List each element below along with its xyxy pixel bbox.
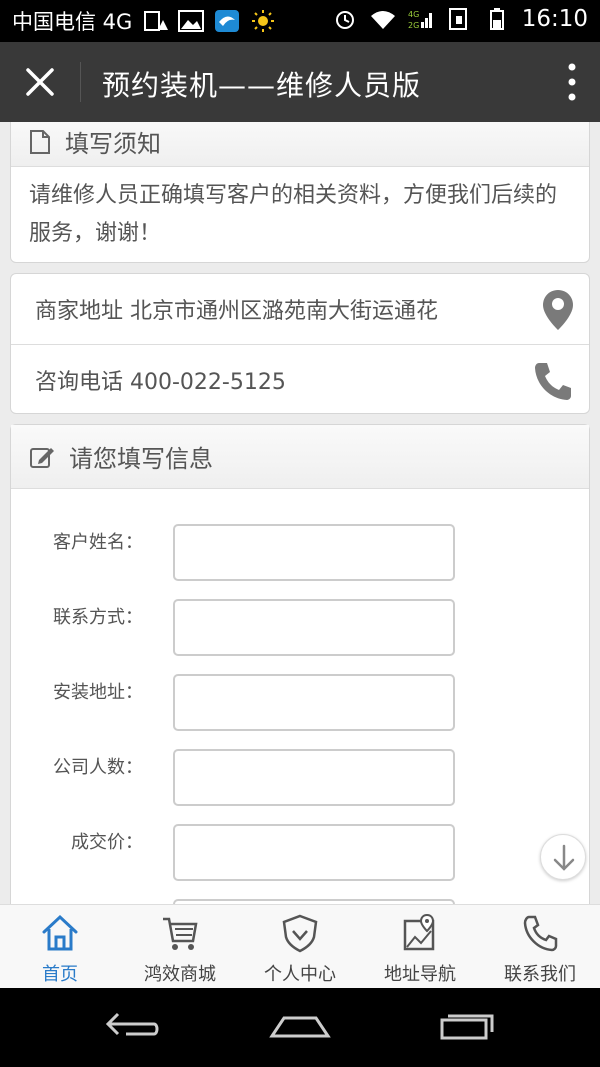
nav-label: 个人中心 [264, 964, 336, 985]
alarm-icon [335, 11, 354, 29]
back-icon[interactable] [104, 1006, 162, 1046]
home-button-icon[interactable] [268, 1006, 332, 1046]
svg-text:4G: 4G [408, 10, 419, 19]
page-content[interactable]: 填写须知 请维修人员正确填写客户的相关资料，方便我们后续的服务，谢谢！ 商家地址… [0, 122, 600, 904]
address-text: 商家地址 北京市通州区潞苑南大街运通花 [35, 299, 438, 324]
document-icon [30, 129, 50, 154]
scroll-down-button[interactable] [540, 834, 586, 880]
form-label: 客户姓名： [53, 532, 143, 553]
form-row-company-size: 公司人数： [11, 749, 591, 807]
notice-card: 填写须知 请维修人员正确填写客户的相关资料，方便我们后续的服务，谢谢！ [10, 122, 590, 263]
image-icon [178, 10, 205, 32]
status-bar: 中国电信 4G 4G 2G 16:10 [0, 0, 600, 42]
cart-icon [163, 917, 198, 950]
nav-label: 鸿效商城 [144, 964, 216, 985]
contact-card: 商家地址 北京市通州区潞苑南大街运通花 咨询电话 400-022-5125 [10, 273, 590, 414]
form-row-contact: 联系方式： [11, 599, 591, 657]
nav-item-mall[interactable]: 鸿效商城 [120, 905, 240, 989]
clock: 16:10 [521, 6, 588, 32]
phone-icon[interactable] [531, 359, 575, 403]
bottom-nav: 首页 鸿效商城 个人中心 地址导航 联系我们 [0, 904, 600, 988]
company-size-input[interactable] [173, 749, 455, 806]
carrier-label: 中国电信 4G [12, 10, 133, 34]
form-label: 成交价： [71, 832, 143, 853]
nav-label: 首页 [42, 964, 78, 985]
page-title: 预约装机——维修人员版 [102, 69, 422, 102]
signal-icon: 4G2G [408, 10, 432, 30]
install-address-input[interactable] [173, 674, 455, 731]
svg-text:2G: 2G [408, 21, 419, 30]
sim-icon [448, 8, 467, 30]
close-icon[interactable] [18, 60, 62, 104]
sun-icon [252, 10, 275, 32]
edit-icon [30, 447, 54, 468]
notice-header: 填写须知 [11, 122, 589, 167]
phone-text: 咨询电话 400-022-5125 [35, 369, 286, 395]
home-icon [42, 914, 78, 951]
title-divider [80, 62, 81, 102]
app-icon [215, 10, 240, 32]
form-header: 请您填写信息 [11, 425, 589, 489]
location-pin-icon[interactable] [541, 288, 575, 332]
address-row[interactable]: 商家地址 北京市通州区潞苑南大街运通花 [11, 274, 589, 344]
nav-item-map[interactable]: 地址导航 [360, 905, 480, 989]
form-row-address: 安装地址： [11, 674, 591, 732]
notice-title: 填写须知 [65, 130, 161, 158]
system-nav-bar [0, 988, 600, 1067]
wifi-icon [370, 11, 395, 29]
nav-item-profile[interactable]: 个人中心 [240, 905, 360, 989]
form-card: 请您填写信息 客户姓名： 联系方式： 安装地址： 公司人数： 成交价： [10, 424, 590, 904]
nav-label: 联系我们 [504, 964, 576, 985]
form-row-name: 客户姓名： [11, 524, 591, 582]
phone-icon [523, 915, 558, 952]
phone-row[interactable]: 咨询电话 400-022-5125 [11, 344, 589, 414]
form-title: 请您填写信息 [69, 445, 213, 473]
shield-icon [282, 914, 318, 953]
nav-item-contact[interactable]: 联系我们 [480, 905, 600, 989]
map-icon [403, 913, 435, 951]
title-bar: 预约装机——维修人员版 [0, 42, 600, 122]
form-label: 安装地址： [53, 682, 143, 703]
form-label: 联系方式： [53, 607, 143, 628]
nav-label: 地址导航 [384, 964, 456, 985]
notice-text: 请维修人员正确填写客户的相关资料，方便我们后续的服务，谢谢！ [29, 183, 558, 246]
arrow-down-icon [553, 844, 575, 871]
contact-method-input[interactable] [173, 599, 455, 656]
customer-name-input[interactable] [173, 524, 455, 581]
deal-price-input[interactable] [173, 824, 455, 881]
more-options-icon[interactable] [566, 62, 578, 102]
battery-icon [489, 8, 504, 30]
form-row-price: 成交价： [11, 824, 591, 882]
nav-item-home[interactable]: 首页 [0, 905, 120, 989]
warning-icon [144, 11, 169, 31]
recent-apps-icon[interactable] [438, 1006, 498, 1046]
form-label: 公司人数： [53, 757, 143, 778]
